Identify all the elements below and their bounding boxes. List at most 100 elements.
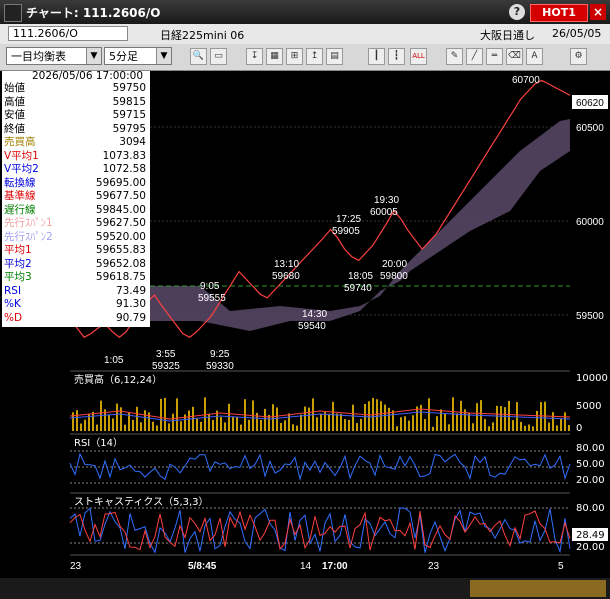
ohlc-row-label: %K [4,298,21,310]
candle-icon[interactable]: ┃ [368,48,385,65]
stoch-panel-label: ストキャスティクス（5,3,3） [74,496,209,508]
ohlc-row-value: 59655.83 [95,244,146,256]
ohlc-row: 高値 59815 [2,96,148,108]
ohlc-row-label: 安値 [4,109,25,121]
annotation-price: 59740 [344,283,372,294]
ohlc-row-value: 59715 [112,109,146,121]
time-tick: 23 [428,561,440,572]
ohlc-row-label: 終値 [4,122,25,135]
ohlc-row: 遅行線 59845.00 [2,203,148,216]
annotation-time: 19:30 [374,195,399,206]
ohlc-row: 先行ｽﾊﾟﾝ1 59627.50 [2,218,148,229]
ohlc-row-value: 59695.00 [95,176,146,189]
ohlc-row: 平均3 59618.75 [2,272,148,283]
hot-button[interactable]: HOT1 [530,4,588,22]
chart-app-icon [4,4,22,22]
interval-select[interactable]: 5分足 ▼ [104,47,172,65]
download-icon[interactable]: ↧ [246,48,263,65]
chart-toolbar: 一目均衡表 ▼ 5分足 ▼ 🔍 ▭ ↧ ▦ ⊞ ↥ ▤ ┃ ┇ ALL ✎ ╱ … [0,44,610,71]
ohlc-row-value: 90.79 [115,311,146,324]
ohlc-data-panel: 2026/05/06 17:00:00 始値 59750 高値 59815 安値 5971… [2,71,150,327]
hline-icon[interactable]: ═ [486,48,503,65]
upload-icon[interactable]: ↥ [306,48,323,65]
annotation-price: 59800 [380,271,408,282]
volume-tick: 10000 [576,373,608,384]
symbol-field[interactable]: 111.2606/O [8,26,128,41]
ohlc-row-label: 平均2 [4,257,32,270]
ohlc-row: 転換線 59695.00 [2,176,148,189]
time-tick: 14 [300,561,312,572]
ohlc-row: 先行ｽﾊﾟﾝ2 59520.00 [2,230,148,243]
ohlc-row-value: 59677.50 [95,190,146,202]
price-tick: 60000 [576,217,604,228]
rsi-tick: 80.00 [576,443,605,454]
ohlc-row-value: 59520.00 [95,230,146,243]
ohlc-row-label: 始値 [4,82,25,94]
symbol-infobar: 111.2606/O 日経225mini 06 大阪日通し 26/05/05 [0,24,610,45]
annotation-price: 59330 [206,361,234,372]
eraser-icon[interactable]: ⌫ [506,48,523,65]
ohlc-row-label: 遅行線 [4,203,36,216]
chart-type-icon[interactable]: ▦ [266,48,283,65]
rsi-panel-label: RSI（14） [74,437,123,449]
annotation-time: 9:25 [210,349,230,360]
time-tick: 5 [558,561,564,572]
close-button[interactable]: × [590,4,606,20]
candle-alt-icon[interactable]: ┇ [388,48,405,65]
config-icon[interactable]: ⚙ [570,48,587,65]
ohlc-row-value: 59618.75 [95,271,146,283]
ohlc-row-value: 59652.08 [95,257,146,270]
ohlc-row-label: 先行ｽﾊﾟﾝ2 [4,230,53,243]
chevron-down-icon: ▼ [86,48,101,64]
stoch-current: 28.49 [576,530,605,541]
window-icon[interactable]: ▭ [210,48,227,65]
ohlc-row-value: 59750 [112,82,146,94]
chevron-down-icon: ▼ [156,48,171,64]
help-button[interactable]: ? [509,4,525,20]
session-date: 26/05/05 [552,27,602,40]
rsi-tick: 50.00 [576,459,605,470]
zoom-icon[interactable]: 🔍 [190,48,207,65]
annotation-price: 59680 [272,271,300,282]
ohlc-row: V平均1 1073.83 [2,149,148,162]
settings-icon[interactable]: ▤ [326,48,343,65]
ohlc-row-value: 73.49 [115,284,146,297]
annotation-price: 60005 [370,207,398,218]
stoch-tick: 20.00 [576,542,605,553]
ohlc-row: %D 90.79 [2,311,148,324]
indicator-select-value: 一目均衡表 [11,50,66,63]
text-icon[interactable]: A [526,48,543,65]
annotation-time: 14:30 [302,309,327,320]
horizontal-scrollbar[interactable] [0,578,610,599]
time-tick: 17:00 [322,561,348,572]
ohlc-row-value: 1073.83 [102,149,146,162]
ohlc-row: RSI 73.49 [2,284,148,297]
scrollbar-thumb[interactable] [470,580,606,597]
line-icon[interactable]: ╱ [466,48,483,65]
ohlc-row-label: %D [4,311,23,324]
ohlc-row: 始値 59750 [2,83,148,94]
compare-icon[interactable]: ⊞ [286,48,303,65]
ohlc-row: 安値 59715 [2,110,148,121]
window-title: チャート: 111.2606/O [26,6,161,20]
ohlc-row-label: 基準線 [4,190,36,202]
price-tick: 60500 [576,123,604,134]
window-titlebar: チャート: 111.2606/O ? HOT1 × [0,0,610,24]
ohlc-row-value: 59627.50 [95,217,146,229]
ohlc-row: V平均2 1072.58 [2,164,148,175]
time-tick: 23 [70,561,82,572]
ohlc-row-value: 1072.58 [102,163,146,175]
ohlc-row-value: 59845.00 [95,203,146,216]
annotation-price: 59540 [298,321,326,332]
ohlc-row-label: V平均2 [4,163,39,175]
ohlc-row-label: 平均3 [4,271,32,283]
all-icon[interactable]: ALL [410,48,427,65]
annotation-price: 59905 [332,226,360,237]
symbol-name: 日経225mini 06 [160,29,245,42]
indicator-select[interactable]: 一目均衡表 ▼ [6,47,102,65]
ohlc-row-label: V平均1 [4,149,39,162]
volume-panel-label: 売買高（6,12,24） [74,373,162,386]
annotation-time: 9:05 [200,281,220,292]
pen-icon[interactable]: ✎ [446,48,463,65]
annotation-price: 59325 [152,361,180,372]
